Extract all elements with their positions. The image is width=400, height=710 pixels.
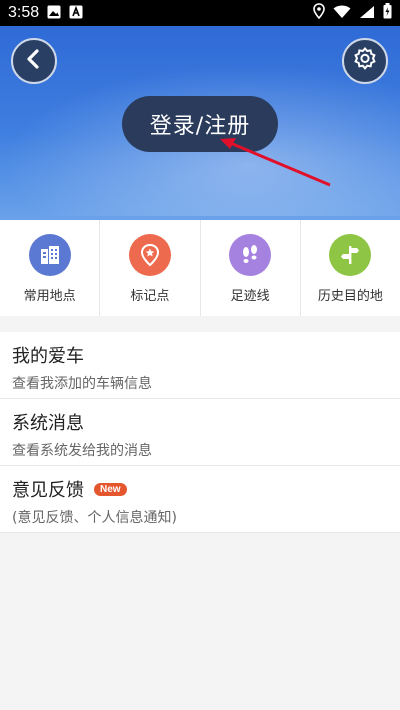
quick-item-label: 历史目的地 bbox=[317, 289, 383, 304]
quick-item-footprints[interactable]: 足迹线 bbox=[201, 220, 301, 316]
menu-item-title-row: 意见反馈 New bbox=[12, 476, 388, 502]
image-icon bbox=[47, 4, 61, 23]
quick-item-label: 标记点 bbox=[130, 289, 170, 304]
menu-item-title-row: 系统消息 bbox=[12, 409, 388, 435]
menu-item-subtitle: 查看系统发给我的消息 bbox=[12, 443, 152, 459]
quick-actions: 常用地点 标记点 足迹线 历史目的地 bbox=[0, 220, 400, 316]
menu-item-system-messages[interactable]: 系统消息 查看系统发给我的消息 bbox=[0, 399, 400, 466]
signal-icon bbox=[359, 4, 375, 23]
menu-item-feedback[interactable]: 意见反馈 New (意见反馈、个人信息通知) bbox=[0, 466, 400, 533]
signpost-icon bbox=[329, 234, 372, 276]
battery-icon bbox=[383, 3, 392, 23]
menu-item-title: 系统消息 bbox=[12, 413, 84, 434]
wifi-icon bbox=[333, 4, 351, 23]
menu-item-subtitle: (意见反馈、个人信息通知) bbox=[12, 510, 177, 526]
quick-item-history-destinations[interactable]: 历史目的地 bbox=[301, 220, 400, 316]
status-bar: 3:58 bbox=[0, 0, 400, 26]
menu-item-subtitle: 查看我添加的车辆信息 bbox=[12, 376, 152, 392]
quick-item-label: 足迹线 bbox=[230, 289, 270, 304]
menu-item-my-car[interactable]: 我的爱车 查看我添加的车辆信息 bbox=[0, 332, 400, 399]
menu-item-title: 我的爱车 bbox=[12, 346, 84, 367]
profile-header: 登录/注册 bbox=[0, 26, 400, 220]
star-pin-icon bbox=[128, 234, 171, 276]
status-bar-right bbox=[313, 3, 392, 23]
location-icon bbox=[313, 3, 325, 23]
menu-list: 我的爱车 查看我添加的车辆信息 系统消息 查看系统发给我的消息 意见反馈 New… bbox=[0, 332, 400, 533]
new-badge: New bbox=[94, 482, 127, 496]
menu-item-title: 意见反馈 bbox=[12, 480, 84, 501]
a-icon bbox=[69, 4, 83, 23]
footprints-icon bbox=[229, 234, 272, 276]
quick-item-frequent-places[interactable]: 常用地点 bbox=[0, 220, 101, 316]
status-time: 3:58 bbox=[8, 4, 40, 21]
arrow-annotation bbox=[220, 138, 331, 187]
quick-item-markers[interactable]: 标记点 bbox=[100, 220, 201, 316]
menu-item-title-row: 我的爱车 bbox=[12, 342, 388, 368]
quick-item-label: 常用地点 bbox=[23, 289, 76, 304]
building-icon bbox=[28, 234, 71, 276]
status-bar-left: 3:58 bbox=[8, 4, 83, 23]
